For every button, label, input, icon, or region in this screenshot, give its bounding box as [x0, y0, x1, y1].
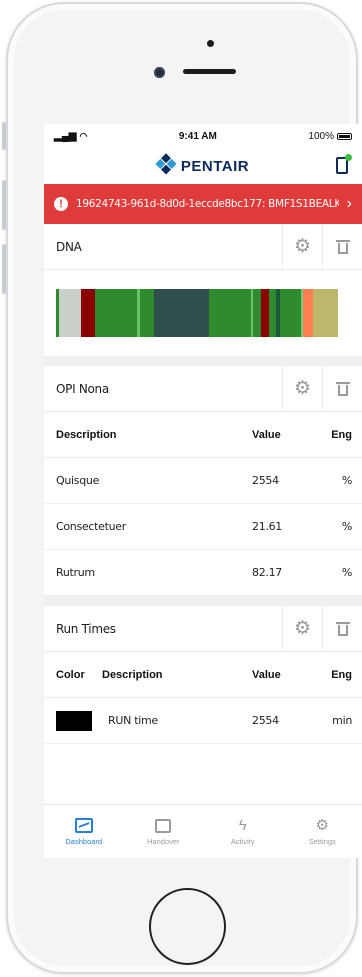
- dna-card-header: DNA ⚙: [44, 223, 362, 270]
- dna-segment: [260, 289, 269, 337]
- dna-segment: [140, 289, 154, 337]
- dna-segment: [303, 289, 313, 337]
- row-description: Consectetuer: [56, 520, 126, 533]
- tab-label: Activity: [230, 836, 255, 846]
- brand-logo: PENTAIR: [155, 153, 250, 175]
- trash-icon: [335, 621, 350, 636]
- battery-icon: [336, 132, 352, 140]
- sensor-dot: [207, 40, 214, 47]
- earpiece-speaker: [183, 69, 236, 74]
- run-times-settings-button[interactable]: ⚙: [282, 605, 322, 652]
- opi-card-header: OPI Nona ⚙: [44, 365, 362, 412]
- dna-settings-button[interactable]: ⚙: [282, 223, 322, 270]
- run-times-delete-button[interactable]: [322, 605, 362, 652]
- column-description: Description: [56, 428, 117, 441]
- pentair-logo-icon: [153, 153, 178, 178]
- row-value: 21.61: [252, 520, 282, 533]
- opi-settings-button[interactable]: ⚙: [282, 365, 322, 412]
- dna-segment: [94, 289, 138, 337]
- settings-icon: ⚙: [315, 817, 329, 834]
- table-row: RUN time 2554 min: [44, 698, 362, 744]
- table-row: Quisque 2554 %: [44, 458, 362, 504]
- mute-switch: [2, 122, 6, 150]
- dna-segment: [208, 289, 251, 337]
- dna-visual: [44, 270, 362, 356]
- dna-segment: [279, 289, 301, 337]
- opi-title: OPI Nona: [56, 381, 109, 396]
- app-screen: ▂▄▆ ◠ 9:41 AM 100% PENTAIR ! 19624743-96…: [44, 124, 362, 858]
- dna-segment: [81, 289, 95, 337]
- table-row: Rutrum 82.17 %: [44, 550, 362, 596]
- home-button[interactable]: [149, 888, 226, 965]
- gear-icon: ⚙: [293, 618, 312, 639]
- column-description: Description: [102, 668, 163, 681]
- row-description: Rutrum: [56, 566, 95, 579]
- tab-dashboard[interactable]: Dashboard: [44, 805, 124, 858]
- row-eng: %: [341, 566, 352, 579]
- gear-icon: ⚙: [293, 236, 312, 257]
- column-value: Value: [252, 428, 281, 441]
- gear-icon: ⚙: [293, 378, 312, 399]
- run-times-table-header: Color Description Value Eng: [44, 652, 362, 698]
- row-description: Quisque: [56, 474, 100, 487]
- tab-label: Settings: [308, 836, 336, 846]
- column-eng: Eng: [331, 668, 352, 681]
- volume-down-button: [2, 244, 6, 294]
- dna-segment: [58, 289, 82, 337]
- tab-label: Handover: [146, 836, 180, 846]
- status-time: 9:41 AM: [178, 130, 217, 142]
- row-eng: %: [341, 474, 352, 487]
- section-divider: [44, 356, 362, 366]
- tab-bar: Dashboard Handover ϟ Activity ⚙ Settings: [44, 804, 362, 858]
- table-row: Consectetuer 21.61 %: [44, 504, 362, 550]
- dna-bar: [56, 289, 338, 337]
- alert-text: 19624743-961d-8d0d-1eccde8bc177: BMF1S1B…: [76, 198, 339, 210]
- run-times-card-header: Run Times ⚙: [44, 605, 362, 652]
- wifi-icon: ◠: [79, 130, 88, 141]
- row-eng: %: [341, 520, 352, 533]
- dna-delete-button[interactable]: [322, 223, 362, 270]
- column-eng: Eng: [331, 428, 352, 441]
- chevron-right-icon: ›: [346, 195, 352, 212]
- dashboard-icon: [74, 818, 93, 833]
- column-color: Color: [56, 668, 85, 681]
- volume-up-button: [2, 180, 6, 230]
- row-value: 2554: [252, 474, 279, 487]
- exclamation-icon: !: [54, 197, 68, 211]
- color-swatch: [56, 710, 92, 731]
- battery-percent: 100%: [308, 130, 334, 142]
- alert-banner[interactable]: ! 19624743-961d-8d0d-1eccde8bc177: BMF1S…: [44, 184, 362, 224]
- row-description: RUN time: [108, 714, 158, 727]
- row-value: 2554: [252, 714, 279, 727]
- front-camera: [154, 67, 165, 78]
- row-eng: min: [332, 714, 352, 727]
- opi-delete-button[interactable]: [322, 365, 362, 412]
- dna-segment: [253, 289, 261, 337]
- dna-segment: [153, 289, 209, 337]
- signal-wifi-icons: ▂▄▆ ◠: [54, 131, 87, 142]
- tab-handover[interactable]: Handover: [124, 805, 204, 858]
- activity-icon: ϟ: [238, 817, 247, 834]
- row-value: 82.17: [252, 566, 282, 579]
- tab-settings[interactable]: ⚙ Settings: [283, 805, 362, 858]
- signal-icon: ▂▄▆: [54, 130, 77, 142]
- section-divider: [44, 596, 362, 606]
- status-bar: ▂▄▆ ◠ 9:41 AM 100%: [44, 124, 362, 148]
- device-connect-icon[interactable]: [336, 154, 352, 174]
- opi-table-header: Description Value Eng: [44, 412, 362, 458]
- tab-label: Dashboard: [65, 836, 103, 846]
- dna-title: DNA: [56, 239, 82, 254]
- column-value: Value: [252, 668, 281, 681]
- trash-icon: [335, 239, 350, 254]
- dna-segment: [312, 289, 338, 337]
- app-header: PENTAIR: [44, 148, 362, 184]
- battery-status: 100%: [308, 131, 352, 142]
- trash-icon: [335, 381, 350, 396]
- brand-name: PENTAIR: [180, 157, 250, 175]
- dna-segment: [268, 289, 277, 337]
- run-times-title: Run Times: [56, 621, 116, 636]
- row-color: [44, 710, 96, 731]
- tab-activity[interactable]: ϟ Activity: [203, 805, 283, 858]
- handover-icon: [155, 818, 172, 833]
